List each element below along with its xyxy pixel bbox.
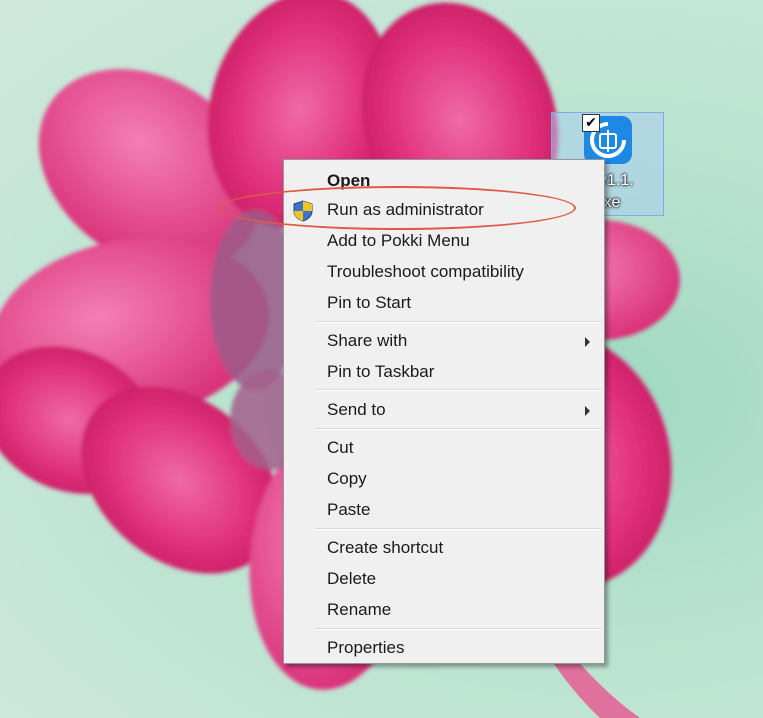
menu-item-label: Create shortcut xyxy=(327,538,444,557)
menu-item-label: Run as administrator xyxy=(327,200,484,219)
menu-item-paste[interactable]: Paste xyxy=(286,495,602,525)
menu-item-label: Copy xyxy=(327,469,367,488)
menu-item-label: Troubleshoot compatibility xyxy=(327,262,524,281)
menu-item-label: Delete xyxy=(327,569,377,588)
menu-item-label: Send to xyxy=(327,400,386,419)
menu-separator xyxy=(316,321,602,323)
menu-item-cut[interactable]: Cut xyxy=(286,433,602,463)
menu-item-label: Cut xyxy=(327,438,354,457)
menu-item-add-to-pokki-menu[interactable]: Add to Pokki Menu xyxy=(286,226,602,256)
menu-item-send-to[interactable]: Send to xyxy=(286,395,602,425)
menu-item-label: Rename xyxy=(327,600,392,619)
menu-separator xyxy=(316,628,602,630)
menu-item-label: Pin to Start xyxy=(327,293,412,312)
menu-item-label: Paste xyxy=(327,500,371,519)
menu-item-label: Add to Pokki Menu xyxy=(327,231,470,250)
context-menu: Open Run as administrator Add to Pokki M… xyxy=(283,159,605,664)
menu-item-label: Open xyxy=(327,171,371,190)
menu-item-label: Pin to Taskbar xyxy=(327,362,435,381)
menu-item-label: Properties xyxy=(327,638,405,657)
menu-item-run-as-administrator[interactable]: Run as administrator xyxy=(286,195,602,225)
menu-separator xyxy=(316,389,602,391)
menu-item-open[interactable]: Open xyxy=(286,166,602,196)
menu-separator xyxy=(316,428,602,430)
submenu-arrow-icon xyxy=(585,406,590,416)
menu-item-pin-to-start[interactable]: Pin to Start xyxy=(286,288,602,318)
menu-separator xyxy=(316,528,602,530)
menu-item-create-shortcut[interactable]: Create shortcut xyxy=(286,533,602,563)
menu-item-label: Share with xyxy=(327,331,408,350)
menu-item-delete[interactable]: Delete xyxy=(286,564,602,594)
uac-shield-icon xyxy=(293,200,313,222)
selection-checkbox[interactable]: ✔ xyxy=(582,114,600,132)
menu-item-troubleshoot-compatibility[interactable]: Troubleshoot compatibility xyxy=(286,257,602,287)
submenu-arrow-icon xyxy=(585,337,590,347)
menu-item-rename[interactable]: Rename xyxy=(286,595,602,625)
menu-item-share-with[interactable]: Share with xyxy=(286,326,602,356)
menu-item-pin-to-taskbar[interactable]: Pin to Taskbar xyxy=(286,357,602,387)
menu-item-properties[interactable]: Properties xyxy=(286,633,602,663)
menu-item-copy[interactable]: Copy xyxy=(286,464,602,494)
